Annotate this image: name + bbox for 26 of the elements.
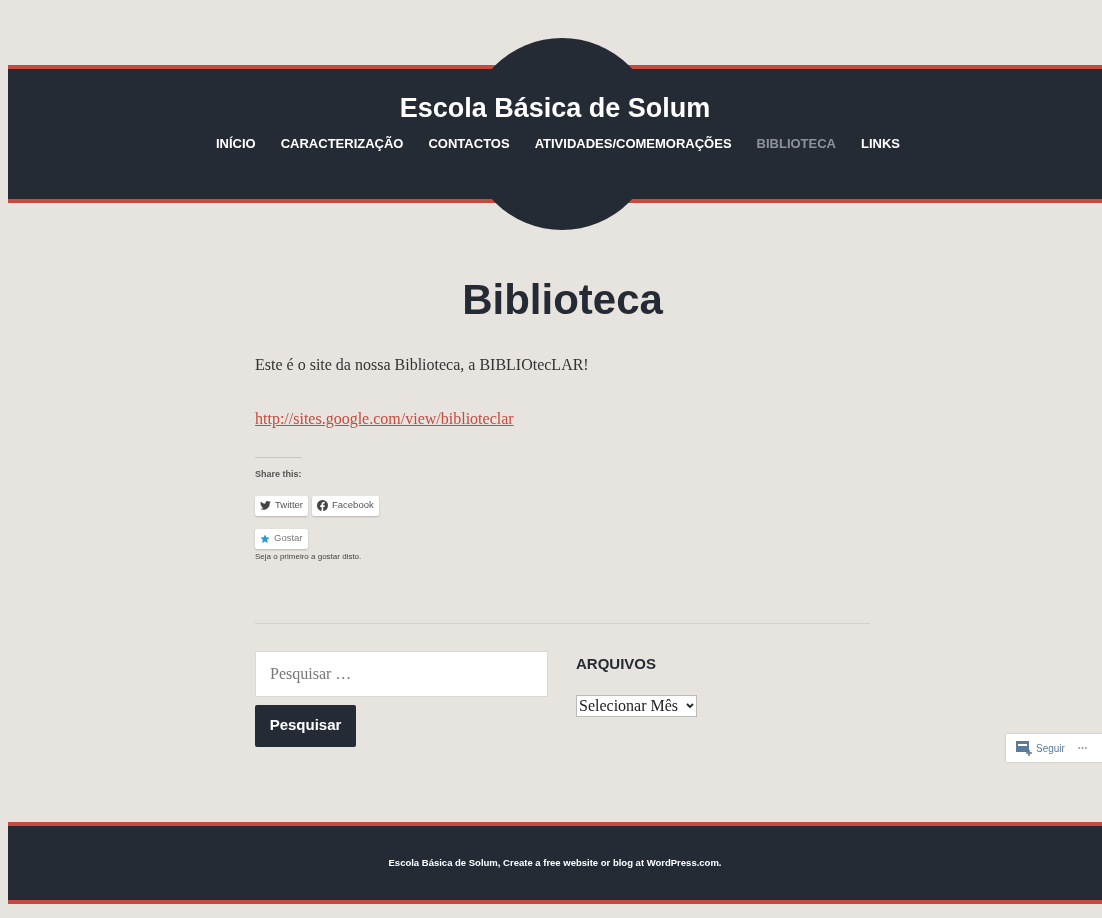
- nav-link[interactable]: CARACTERIZAÇÃO: [280, 134, 404, 154]
- follow-icon: [1016, 740, 1033, 756]
- nav-link[interactable]: INÍCIO: [215, 134, 256, 154]
- month-select[interactable]: Selecionar Mês: [576, 695, 698, 717]
- share-heading: Share this:: [255, 468, 303, 481]
- bird-icon: [260, 501, 271, 510]
- nav-link[interactable]: ATIVIDADES/COMEMORAÇÕES: [534, 134, 732, 154]
- intro-paragraph: Este é o site da nossa Biblioteca, a BIBLIOtecLAR!: [255, 355, 590, 375]
- chevron-down-icon: [686, 703, 695, 709]
- archives-heading: ARQUIVOS: [576, 653, 657, 674]
- star-icon: [260, 533, 270, 544]
- nav-link[interactable]: CONTACTOS: [428, 134, 510, 154]
- footer-text: Escola Básica de Solum, Create a free website or blog at WordPress.com.: [388, 855, 722, 870]
- site-link[interactable]: http://sites.google.com/view/biblioteclar: [255, 407, 514, 431]
- nav-link[interactable]: BIBLIOTECA: [756, 134, 836, 154]
- facebook-icon: [317, 500, 328, 511]
- search-field[interactable]: Pesquisar …: [255, 650, 548, 697]
- page-title: Biblioteca: [461, 275, 664, 325]
- share-button[interactable]: Facebook: [312, 495, 379, 516]
- search-button[interactable]: Pesquisar: [255, 704, 356, 747]
- like-button[interactable]: Gostar: [255, 528, 308, 549]
- like-note: Seja o primeiro a gostar disto.: [255, 550, 363, 563]
- share-button[interactable]: Twitter: [255, 495, 308, 516]
- nav-link[interactable]: LINKS: [861, 134, 900, 154]
- site-title: Escola Básica de Solum: [399, 92, 711, 124]
- follow-button[interactable]: Seguir: [1036, 740, 1065, 756]
